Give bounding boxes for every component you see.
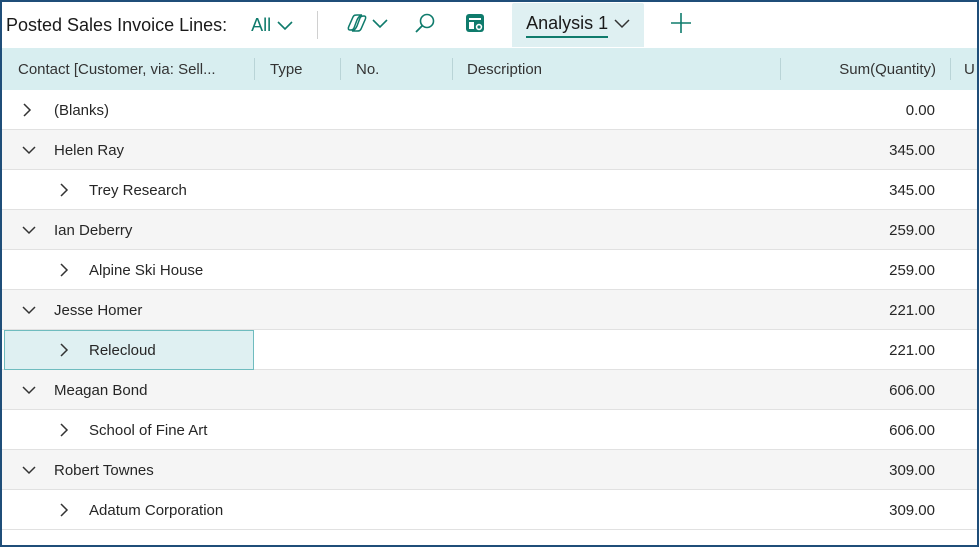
copilot-icon xyxy=(346,13,368,38)
table-row[interactable]: Helen Ray 345.00 xyxy=(2,130,977,170)
row-sum-quantity: 606.00 xyxy=(889,381,935,399)
row-label: Robert Townes xyxy=(54,461,154,479)
analysis-icon xyxy=(464,12,486,39)
table-row[interactable]: Robert Townes 309.00 xyxy=(2,450,977,490)
table-row[interactable]: (Blanks) 0.00 xyxy=(2,90,977,130)
tab-analysis-1[interactable]: Analysis 1 xyxy=(512,3,645,47)
collapse-chevron-down-icon[interactable] xyxy=(22,210,36,250)
tab-analysis-label: Analysis 1 xyxy=(526,12,609,38)
column-resize-handle[interactable] xyxy=(254,58,255,80)
plus-icon xyxy=(670,12,692,39)
chevron-down-icon xyxy=(372,16,388,34)
view-filter-label: All xyxy=(251,14,272,35)
add-analysis-tab-button[interactable] xyxy=(670,12,692,39)
table-row[interactable]: Ian Deberry 259.00 xyxy=(2,210,977,250)
row-sum-quantity: 221.00 xyxy=(889,301,935,319)
column-header-type[interactable]: Type xyxy=(270,48,330,90)
row-sum-quantity: 309.00 xyxy=(889,461,935,479)
row-sum-quantity: 259.00 xyxy=(889,221,935,239)
collapse-chevron-down-icon[interactable] xyxy=(22,130,36,170)
row-label: School of Fine Art xyxy=(89,421,208,439)
search-button[interactable] xyxy=(414,12,436,39)
table-row[interactable]: Adatum Corporation 309.00 xyxy=(2,490,977,530)
column-header-contact-label: Contact [Customer, via: Sell... xyxy=(18,60,216,78)
column-header-no[interactable]: No. xyxy=(356,48,446,90)
page-title: Posted Sales Invoice Lines: xyxy=(6,14,228,35)
collapse-chevron-down-icon[interactable] xyxy=(22,450,36,490)
row-label: Meagan Bond xyxy=(54,381,148,399)
column-header-description-label: Description xyxy=(467,60,543,78)
table-row[interactable]: Meagan Bond 606.00 xyxy=(2,370,977,410)
row-label: Alpine Ski House xyxy=(89,261,204,279)
expand-chevron-right-icon[interactable] xyxy=(59,330,69,370)
column-header-type-label: Type xyxy=(270,60,303,78)
row-sum-quantity: 606.00 xyxy=(889,421,935,439)
row-label: Jesse Homer xyxy=(54,301,143,319)
grid-body: (Blanks) 0.00 Helen Ray 345.00 Trey Research… xyxy=(2,90,977,530)
column-resize-handle[interactable] xyxy=(780,58,781,80)
row-sum-quantity: 309.00 xyxy=(889,501,935,519)
expand-chevron-right-icon[interactable] xyxy=(22,90,32,130)
table-row[interactable]: Relecloud 221.00 xyxy=(2,330,977,370)
toolbar-divider xyxy=(317,11,319,39)
column-header-contact[interactable]: Contact [Customer, via: Sell... xyxy=(18,48,238,90)
collapse-chevron-down-icon[interactable] xyxy=(22,370,36,410)
column-header-truncated-label: U xyxy=(964,60,975,78)
app-frame: Posted Sales Invoice Lines: All Analysis… xyxy=(0,0,979,547)
column-resize-handle[interactable] xyxy=(452,58,453,80)
row-sum-quantity: 345.00 xyxy=(889,141,935,159)
column-header-sum-quantity[interactable]: Sum(Quantity) xyxy=(792,48,936,90)
expand-chevron-right-icon[interactable] xyxy=(59,490,69,530)
row-sum-quantity: 259.00 xyxy=(889,261,935,279)
collapse-chevron-down-icon[interactable] xyxy=(22,290,36,330)
view-filter-dropdown[interactable]: All xyxy=(251,15,293,36)
expand-chevron-right-icon[interactable] xyxy=(59,170,69,210)
chevron-down-icon[interactable] xyxy=(614,16,630,34)
row-sum-quantity: 0.00 xyxy=(905,101,935,119)
row-sum-quantity: 345.00 xyxy=(889,181,935,199)
grid-header: Contact [Customer, via: Sell... Type No.… xyxy=(2,48,977,90)
column-resize-handle[interactable] xyxy=(340,58,341,80)
chevron-down-icon xyxy=(277,15,293,36)
row-label: Trey Research xyxy=(89,181,187,199)
search-icon xyxy=(414,12,436,39)
column-header-truncated[interactable]: U xyxy=(964,48,977,90)
row-label: (Blanks) xyxy=(54,101,110,119)
row-label: Adatum Corporation xyxy=(89,501,224,519)
row-label: Ian Deberry xyxy=(54,221,133,239)
column-header-no-label: No. xyxy=(356,60,380,78)
row-sum-quantity: 221.00 xyxy=(889,341,935,359)
table-row[interactable]: Jesse Homer 221.00 xyxy=(2,290,977,330)
toolbar: Posted Sales Invoice Lines: All Analysis… xyxy=(2,2,977,48)
column-resize-handle[interactable] xyxy=(950,58,951,80)
row-label: Relecloud xyxy=(89,341,156,359)
table-row[interactable]: Trey Research 345.00 xyxy=(2,170,977,210)
column-header-description[interactable]: Description xyxy=(467,48,767,90)
analysis-mode-button[interactable] xyxy=(464,12,486,39)
table-row[interactable]: School of Fine Art 606.00 xyxy=(2,410,977,450)
table-row[interactable]: Alpine Ski House 259.00 xyxy=(2,250,977,290)
expand-chevron-right-icon[interactable] xyxy=(59,250,69,290)
row-label: Helen Ray xyxy=(54,141,125,159)
expand-chevron-right-icon[interactable] xyxy=(59,410,69,450)
column-header-sum-quantity-label: Sum(Quantity) xyxy=(839,60,936,78)
copilot-button[interactable] xyxy=(346,13,388,38)
